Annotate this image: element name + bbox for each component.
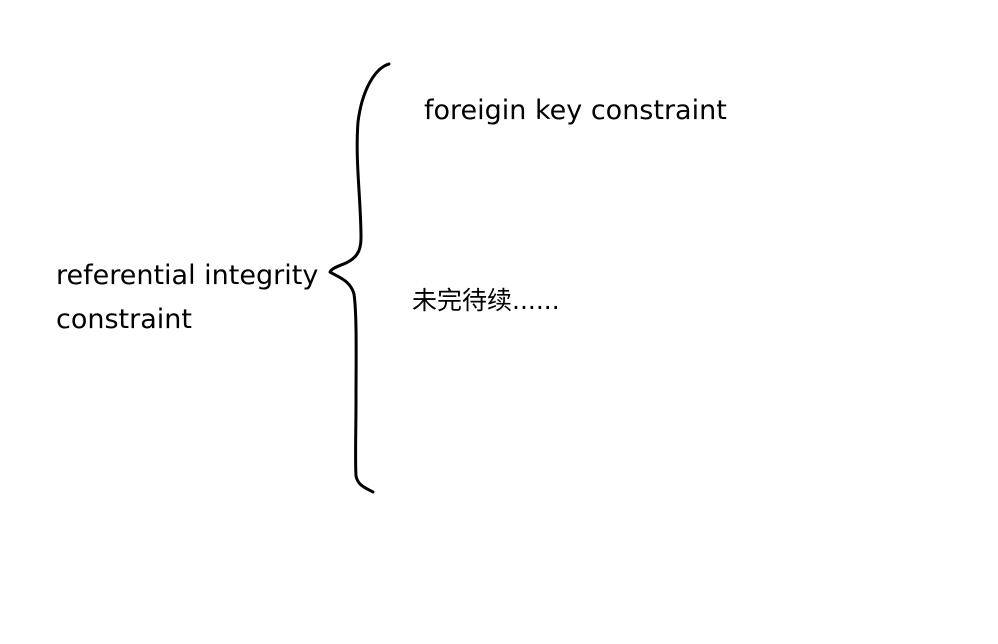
curly-brace-stroke [328, 62, 391, 494]
diagram-canvas: referential integrity constraint foreigi… [0, 0, 998, 644]
foreign-key-constraint-label: foreigin key constraint [424, 95, 727, 126]
to-be-continued-label: 未完待续...... [412, 286, 560, 315]
